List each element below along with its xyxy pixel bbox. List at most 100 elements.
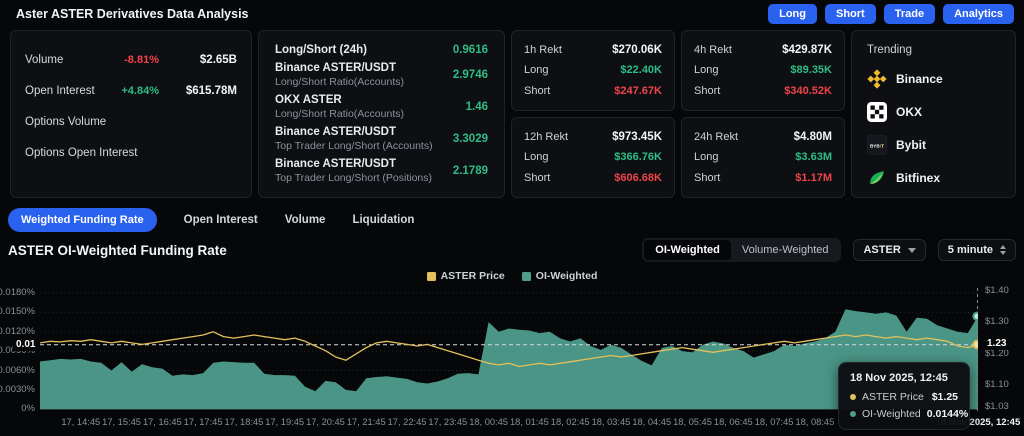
stat-label: Options Volume xyxy=(25,116,237,128)
current-price-chip: 1.23 xyxy=(984,338,1009,350)
ratio-sublabel: Long/Short Ratio(Accounts) xyxy=(275,76,404,88)
rekt-short-value: $340.52K xyxy=(784,85,832,97)
chart-header: ASTER OI-Weighted Funding Rate OI-Weight… xyxy=(8,237,1016,263)
right-axis-labels: $1.40$1.30$1.20$1.10$1.03 xyxy=(983,288,1024,414)
tooltip-row-price: ASTER Price $1.25 xyxy=(850,391,958,403)
rekt-long-value: $3.63M xyxy=(795,151,832,163)
rekt-column-2: 4h Rekt$429.87K Long$89.35K Short$340.52… xyxy=(681,30,845,198)
symbol-select-value: ASTER xyxy=(863,244,900,256)
tooltip-value: 0.0144% xyxy=(927,408,968,420)
x-axis-tick: 18, 01:45 xyxy=(510,417,549,427)
trending-item-label: Binance xyxy=(896,72,943,86)
right-axis-tick: $1.10 xyxy=(985,380,1009,390)
stat-row-open-interest: Open Interest +4.84% $615.78M xyxy=(25,75,237,106)
trending-item-okx[interactable]: OKX xyxy=(867,102,1000,122)
long-button[interactable]: Long xyxy=(768,4,817,24)
tab-volume[interactable]: Volume xyxy=(285,214,326,226)
rekt-title: 1h Rekt xyxy=(524,44,562,56)
x-axis-tick: 17, 21:45 xyxy=(347,417,386,427)
tooltip-row-oi: OI-Weighted 0.0144% xyxy=(850,408,958,420)
x-axis-tick: 17, 18:45 xyxy=(225,417,264,427)
rekt-long-value: $89.35K xyxy=(790,64,832,76)
rekt-title: 12h Rekt xyxy=(524,131,568,143)
trending-item-label: Bitfinex xyxy=(896,171,940,185)
ratio-label: Binance ASTER/USDT xyxy=(275,158,432,170)
header-actions: Long Short Trade Analytics xyxy=(768,4,1014,24)
trending-item-bitfinex[interactable]: Bitfinex xyxy=(867,168,1000,188)
legend-swatch xyxy=(522,272,531,281)
rekt-short-value: $606.68K xyxy=(614,172,662,184)
ratio-value: 2.9746 xyxy=(453,69,488,81)
short-button[interactable]: Short xyxy=(825,4,876,24)
ratio-label: OKX ASTER xyxy=(275,94,404,106)
weight-toggle: OI-Weighted Volume-Weighted xyxy=(642,238,841,262)
left-axis-tick: 0.0180% xyxy=(0,288,35,298)
ratio-value: 2.1789 xyxy=(453,165,488,177)
stat-label: Open Interest xyxy=(25,85,121,97)
symbol-select[interactable]: ASTER xyxy=(853,239,925,261)
x-axis-tick: 18, 06:45 xyxy=(714,417,753,427)
trending-item-binance[interactable]: Binance xyxy=(867,69,1000,89)
page-title: Aster ASTER Derivatives Data Analysis xyxy=(16,7,249,21)
rekt-short-label: Short xyxy=(694,172,720,184)
trending-card: Trending Binance O xyxy=(851,30,1016,198)
market-stats-card: Volume -8.81% $2.65B Open Interest +4.84… xyxy=(10,30,252,198)
rekt-long-label: Long xyxy=(694,151,718,163)
rekt-long-label: Long xyxy=(524,151,548,163)
binance-icon xyxy=(867,69,887,89)
tooltip-value: $1.25 xyxy=(932,391,958,403)
rekt-column-1: 1h Rekt$270.06K Long$22.40K Short$247.67… xyxy=(511,30,675,198)
trade-button[interactable]: Trade xyxy=(884,4,935,24)
summary-cards-row: Volume -8.81% $2.65B Open Interest +4.84… xyxy=(10,30,1016,198)
svg-text:BYB!T: BYB!T xyxy=(870,144,884,149)
legend-item-oi-weighted[interactable]: OI-Weighted xyxy=(522,270,598,282)
chevron-down-icon xyxy=(908,248,916,253)
chart-tabs: Weighted Funding Rate Open Interest Volu… xyxy=(8,207,414,233)
left-axis-labels: 0.0180%0.0150%0.0120%0.0090%0.0060%0.003… xyxy=(0,288,37,414)
left-axis-tick: 0.0060% xyxy=(0,366,35,376)
legend-label: ASTER Price xyxy=(441,270,505,282)
interval-select-value: 5 minute xyxy=(948,244,993,256)
rekt-short-label: Short xyxy=(524,172,550,184)
stat-row-options-volume: Options Volume xyxy=(25,106,237,137)
rekt-long-label: Long xyxy=(524,64,548,76)
right-axis-tick: $1.30 xyxy=(985,317,1009,327)
x-axis-tick: 17, 17:45 xyxy=(184,417,223,427)
ratio-row: Binance ASTER/USDT Top Trader Long/Short… xyxy=(275,126,488,152)
ratio-label: Binance ASTER/USDT xyxy=(275,62,404,74)
trending-item-bybit[interactable]: BYB!T Bybit xyxy=(867,135,1000,155)
tab-open-interest[interactable]: Open Interest xyxy=(184,214,258,226)
okx-icon xyxy=(867,102,887,122)
legend-swatch xyxy=(427,272,436,281)
rekt-short-label: Short xyxy=(694,85,720,97)
rekt-total: $270.06K xyxy=(612,44,662,56)
stat-change: +4.84% xyxy=(121,85,159,97)
rekt-card-4h: 4h Rekt$429.87K Long$89.35K Short$340.52… xyxy=(681,30,845,111)
x-axis-tick: 17, 23:45 xyxy=(428,417,467,427)
rekt-short-value: $1.17M xyxy=(795,172,832,184)
bybit-icon: BYB!T xyxy=(867,135,887,155)
legend-item-aster-price[interactable]: ASTER Price xyxy=(427,270,505,282)
toggle-volume-weighted[interactable]: Volume-Weighted xyxy=(731,240,840,260)
chart-controls: OI-Weighted Volume-Weighted ASTER 5 minu… xyxy=(642,238,1016,262)
chart-tooltip: 18 Nov 2025, 12:45 ASTER Price $1.25 OI-… xyxy=(838,362,970,430)
stat-change: -8.81% xyxy=(124,54,159,66)
x-axis-tick: 18, 00:45 xyxy=(469,417,508,427)
top-bar: Aster ASTER Derivatives Data Analysis Lo… xyxy=(0,0,1024,27)
stat-label: Volume xyxy=(25,54,124,66)
ratio-value: 3.3029 xyxy=(453,133,488,145)
toggle-oi-weighted[interactable]: OI-Weighted xyxy=(644,240,731,260)
x-axis-tick: 18, 07:45 xyxy=(755,417,794,427)
current-funding-rate-chip: 0.01 xyxy=(13,339,38,351)
ratio-row: Long/Short (24h) 0.9616 xyxy=(275,44,488,56)
analytics-button[interactable]: Analytics xyxy=(943,4,1014,24)
x-axis-tick: 17, 16:45 xyxy=(143,417,182,427)
tab-weighted-funding-rate[interactable]: Weighted Funding Rate xyxy=(8,208,157,232)
trending-item-label: Bybit xyxy=(896,138,926,152)
interval-select[interactable]: 5 minute xyxy=(938,239,1016,261)
right-axis-tick: $1.03 xyxy=(985,402,1009,412)
left-axis-tick: 0% xyxy=(21,404,35,414)
tab-liquidation[interactable]: Liquidation xyxy=(352,214,414,226)
x-axis-tick: 18, 03:45 xyxy=(592,417,631,427)
x-axis-tick: 17, 14:45 xyxy=(61,417,100,427)
